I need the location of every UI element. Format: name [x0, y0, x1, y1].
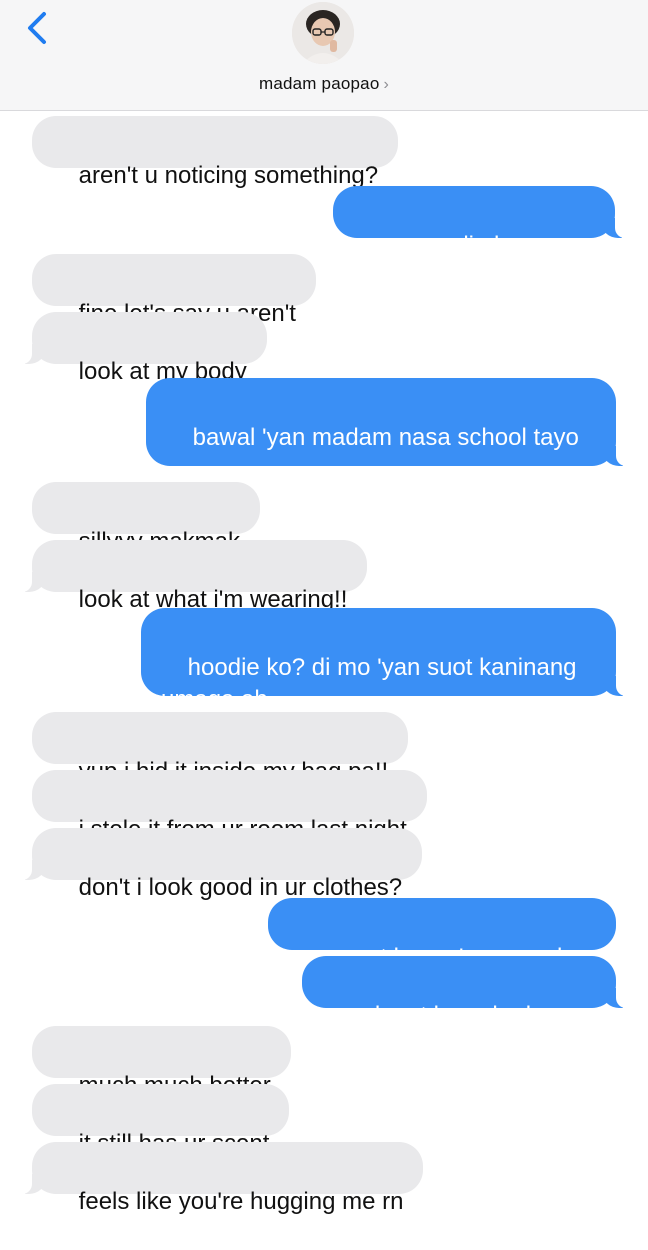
- message-bubble-outgoing[interactable]: nasuot ko na 'yan, madam: [268, 898, 616, 971]
- message-text: bawal 'yan madam nasa school tayo: [192, 424, 579, 451]
- contact-name-button[interactable]: madam paopao ›: [0, 74, 648, 94]
- message-bubble-incoming[interactable]: i stole it from ur room last night: [32, 770, 427, 843]
- contact-name-label: madam paopao: [258, 74, 380, 93]
- back-chevron-icon[interactable]: [22, 10, 56, 46]
- message-text: aren't u noticing something?: [78, 162, 379, 189]
- message-bubble-outgoing[interactable]: di ako nakabusangot: [333, 186, 641, 291]
- message-bubble-outgoing[interactable]: dapat kumuha kang iba: [302, 956, 642, 1061]
- message-bubble-incoming[interactable]: it still has ur scent: [32, 1084, 290, 1157]
- message-text: di ako nakabusangot: [398, 232, 550, 291]
- chevron-right-icon: ›: [383, 76, 390, 93]
- message-text: hoodie ko? di mo 'yan suot kaninang umag…: [161, 654, 577, 713]
- message-bubble-incoming[interactable]: look at what i'm wearing!!: [5, 540, 368, 613]
- message-bubble-incoming[interactable]: feels like you're hugging me rn: [5, 1142, 424, 1215]
- message-text: don't i look good in ur clothes?: [78, 874, 403, 901]
- message-bubble-incoming[interactable]: aren't u noticing something?: [32, 116, 399, 189]
- message-bubble-incoming[interactable]: much much better: [32, 1026, 291, 1099]
- conversation-header: madam paopao ›: [0, 0, 648, 111]
- message-bubble-incoming[interactable]: sillyyy makmak: [32, 482, 261, 555]
- message-text: dapat kumuha kang iba: [366, 1002, 585, 1061]
- message-bubble-incoming[interactable]: fine let's say u aren't: [32, 254, 316, 327]
- message-bubble-incoming[interactable]: yup i hid it inside my bag pa!!: [32, 712, 409, 815]
- message-bubble-outgoing[interactable]: bawal 'yan madam nasa school tayo: [146, 378, 642, 513]
- message-text: feels like you're hugging me rn: [78, 1188, 404, 1215]
- message-bubble-incoming[interactable]: look at my body: [6, 312, 267, 385]
- message-bubble-incoming[interactable]: don't i look good in ur clothes?: [5, 828, 423, 901]
- message-bubble-outgoing[interactable]: hoodie ko? di mo 'yan suot kaninang umag…: [141, 608, 642, 713]
- message-thread[interactable]: aren't u noticing something? di ako naka…: [0, 110, 648, 1215]
- contact-avatar[interactable]: [292, 2, 354, 64]
